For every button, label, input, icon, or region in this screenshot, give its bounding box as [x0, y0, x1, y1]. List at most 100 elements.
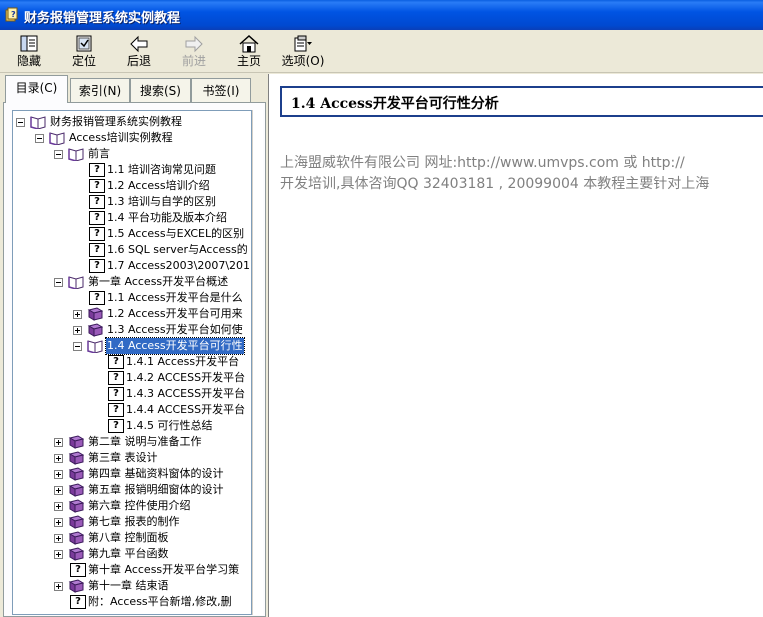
locate-button[interactable]: 定位: [67, 32, 101, 70]
back-arrow-icon: [130, 35, 148, 53]
help-page-icon: ?: [108, 403, 124, 417]
expand-plus-icon[interactable]: [54, 518, 63, 527]
tree-item-label: 1.1 Access开发平台是什么: [107, 291, 243, 304]
contents-panel: 财务报销管理系统实例教程 Access培训实例教程 前言? 1.1 培训咨询常见问题?…: [3, 102, 266, 617]
navigation-pane: 目录(C) 索引(N) 搜索(S) 书签(I) 财务报销管理系统实例教程 Acce…: [3, 74, 266, 617]
collapse-minus-icon[interactable]: [16, 118, 25, 127]
expand-plus-icon[interactable]: [54, 454, 63, 463]
options-icon: [294, 35, 312, 52]
tab-contents-label: 目录(C): [15, 81, 58, 95]
closed-book-icon: [68, 547, 84, 561]
expand-plus-icon[interactable]: [54, 438, 63, 447]
hide-pane-icon: [20, 35, 38, 52]
tab-contents[interactable]: 目录(C): [5, 75, 68, 103]
expand-plus-icon[interactable]: [54, 486, 63, 495]
svg-text:?: ?: [11, 10, 16, 19]
tree-item-label: 第三章 表设计: [88, 451, 158, 464]
topic-body-line: 上海盟威软件有限公司 网址:http://www.umvps.com 或 htt…: [280, 155, 685, 171]
collapse-minus-icon[interactable]: [73, 342, 82, 351]
closed-book-icon: [87, 307, 103, 321]
help-page-icon: ?: [89, 163, 105, 177]
expand-plus-icon[interactable]: [54, 502, 63, 511]
open-book-icon: [30, 116, 46, 129]
locate-button-label: 定位: [71, 54, 96, 68]
tab-bookmarks-label: 书签(I): [202, 84, 240, 98]
tree-item-label: 1.2 Access培训介绍: [107, 179, 210, 192]
topic-body: 上海盟威软件有限公司 网址:http://www.umvps.com 或 htt…: [280, 153, 763, 195]
expand-plus-icon[interactable]: [54, 470, 63, 479]
help-page-icon: ?: [108, 371, 124, 385]
tree-item-label: 1.5 Access与EXCEL的区别: [107, 227, 245, 240]
collapse-minus-icon[interactable]: [35, 134, 44, 143]
tree-item-label: 1.4 Access开发平台可行性: [105, 337, 245, 355]
tree-item-label: 第四章 基础资料窗体的设计: [88, 467, 224, 480]
help-page-icon: ?: [89, 243, 105, 257]
closed-book-icon: [87, 323, 103, 337]
expand-plus-icon[interactable]: [73, 326, 82, 335]
forward-button-label: 前进: [181, 54, 206, 68]
options-button[interactable]: 选项(O): [280, 32, 326, 70]
topic-title: 1.4 Access开发平台可行性分析: [291, 96, 499, 112]
help-page-icon: ?: [89, 291, 105, 305]
collapse-minus-icon[interactable]: [54, 278, 63, 287]
nav-tabs: 目录(C) 索引(N) 搜索(S) 书签(I): [3, 74, 266, 103]
tree-item-label: 1.4.4 ACCESS开发平台: [126, 403, 246, 416]
home-icon: [239, 34, 259, 53]
tree-item-label: 1.2 Access开发平台可用来: [107, 307, 243, 320]
tree-item-label: 第二章 说明与准备工作: [88, 435, 202, 448]
tab-bookmarks[interactable]: 书签(I): [191, 78, 251, 102]
tree-item-label: 1.1 培训咨询常见问题: [107, 163, 216, 176]
closed-book-icon: [68, 451, 84, 465]
help-page-icon: ?: [70, 595, 86, 609]
tree-item-label: 第七章 报表的制作: [88, 515, 180, 528]
home-button[interactable]: 主页: [232, 32, 266, 70]
tree-item-label: 第五章 报销明细窗体的设计: [88, 483, 224, 496]
help-page-icon: ?: [89, 195, 105, 209]
contents-tree[interactable]: 财务报销管理系统实例教程 Access培训实例教程 前言? 1.1 培训咨询常见问题?…: [12, 110, 252, 615]
hide-button[interactable]: 隐藏: [12, 32, 46, 70]
expand-plus-icon[interactable]: [54, 550, 63, 559]
help-page-icon: ?: [89, 227, 105, 241]
toolbar: 隐藏 定位 后退 前进 主页 选项(O): [0, 30, 763, 73]
tree-item-label: 1.4.2 ACCESS开发平台: [126, 371, 246, 384]
tree-item-label: 第十章 Access开发平台学习策: [88, 563, 240, 576]
tab-search-label: 搜索(S): [140, 84, 181, 98]
forward-button[interactable]: 前进: [177, 32, 211, 70]
topic-content-pane: 1.4 Access开发平台可行性分析 上海盟威软件有限公司 网址:http:/…: [268, 74, 763, 617]
closed-book-icon: [68, 579, 84, 593]
tree-item-label: 1.4.1 Access开发平台: [126, 355, 240, 368]
options-button-label: 选项(O): [281, 54, 325, 68]
closed-book-icon: [68, 467, 84, 481]
expand-plus-icon[interactable]: [73, 310, 82, 319]
open-book-icon: [49, 132, 65, 145]
help-book-icon: ?: [5, 7, 18, 22]
tree-item-label: 1.7 Access2003\2007\201: [107, 259, 251, 272]
tree-item-label: 1.4.3 ACCESS开发平台: [126, 387, 246, 400]
expand-plus-icon[interactable]: [54, 534, 63, 543]
help-page-icon: ?: [108, 387, 124, 401]
tree-item-label: 第十一章 结束语: [88, 579, 169, 592]
collapse-minus-icon[interactable]: [54, 150, 63, 159]
forward-arrow-icon: [185, 35, 203, 53]
tree-item-label: 1.4.5 可行性总结: [126, 419, 213, 432]
tree-scrollbar[interactable]: [252, 110, 263, 615]
hide-button-label: 隐藏: [16, 54, 41, 68]
tree-item-label: 财务报销管理系统实例教程: [50, 115, 182, 128]
tab-search[interactable]: 搜索(S): [130, 78, 191, 102]
open-book-icon: [68, 148, 84, 161]
tab-index[interactable]: 索引(N): [70, 78, 130, 102]
tab-index-label: 索引(N): [78, 84, 122, 98]
locate-icon: [76, 35, 92, 52]
tree-item-label: 1.4 平台功能及版本介绍: [107, 211, 227, 224]
expand-plus-icon[interactable]: [54, 582, 63, 591]
tree-item-label: Access培训实例教程: [69, 131, 173, 144]
help-page-icon: ?: [89, 211, 105, 225]
title-bar: ? 财务报销管理系统实例教程: [0, 0, 763, 30]
tree-item-label: 第一章 Access开发平台概述: [88, 275, 229, 288]
home-button-label: 主页: [236, 54, 261, 68]
help-page-icon: ?: [89, 179, 105, 193]
help-page-icon: ?: [70, 563, 86, 577]
back-button[interactable]: 后退: [122, 32, 156, 70]
tree-item-label: 附：Access平台新增,修改,删: [88, 595, 232, 608]
tree-item-label: 第六章 控件使用介绍: [88, 499, 191, 512]
